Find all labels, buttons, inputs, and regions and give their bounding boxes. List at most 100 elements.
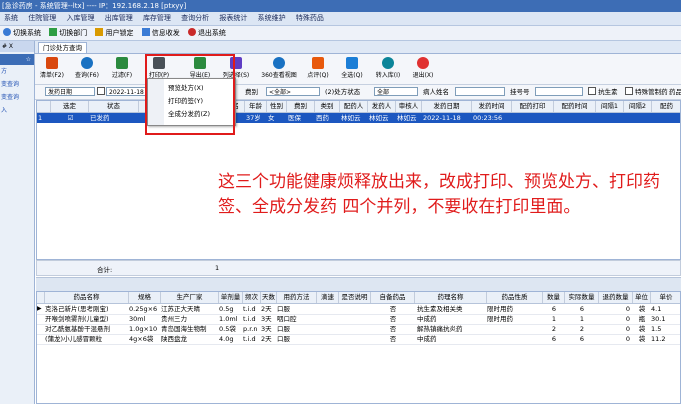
row-drug-name: 克洛己新片(思考刚宝) <box>45 305 109 313</box>
col-interval-2[interactable]: 间隔2 <box>624 101 652 112</box>
quick-bar: 切换系统 切换部门 用户锁定 信息收发 退出系统 <box>0 26 681 41</box>
col-drug-nature[interactable]: 药品性质 <box>487 292 543 303</box>
date-checkbox[interactable] <box>97 87 105 97</box>
row-return-quantity: 0 <box>625 315 630 323</box>
col-category[interactable]: 类别 <box>315 101 340 112</box>
antibiotic-checkbox[interactable]: 抗生素 <box>588 87 618 97</box>
row-days: 3天 <box>261 315 272 323</box>
splitter[interactable] <box>36 277 681 292</box>
col-issuer[interactable]: 发药人 <box>368 101 396 112</box>
search-button[interactable]: 查询(F6) <box>72 56 102 82</box>
row-actual-quantity: 1 <box>579 315 585 323</box>
col-dispense[interactable]: 配药 <box>652 101 680 112</box>
col-issue-date[interactable]: 发药日期 <box>422 101 472 112</box>
col-days[interactable]: 天数 <box>261 292 277 303</box>
col-unit[interactable]: 单位 <box>633 292 651 303</box>
lock-user-button[interactable]: 用户锁定 <box>92 26 136 40</box>
col-frequency[interactable]: 频次 <box>243 292 261 303</box>
col-dispense-time[interactable]: 配药时间 <box>554 101 596 112</box>
patient-input[interactable] <box>455 87 505 96</box>
filter-button[interactable]: 过滤(F) <box>107 56 137 82</box>
left-panel-item[interactable]: 入 <box>0 104 34 117</box>
table-row[interactable]: (蒲龙)小儿感冒颗粒 4g×6袋 陕西盘龙 4.0g t.i.d 2天 口服 否… <box>37 334 680 345</box>
row-drug-nature <box>487 324 543 334</box>
status-select[interactable]: 全部 <box>374 87 418 96</box>
col-drip-speed[interactable]: 滴速 <box>317 292 339 303</box>
col-quantity[interactable]: 数量 <box>543 292 565 303</box>
registration-input[interactable] <box>535 87 583 96</box>
col-reviewer[interactable]: 审核人 <box>396 101 422 112</box>
clear-button[interactable]: 清单(F2) <box>37 56 67 82</box>
col-interval-1[interactable]: 间隔1 <box>596 101 624 112</box>
row-days: 3天 <box>261 325 272 333</box>
row-pharmacology: 中成药 <box>417 315 437 323</box>
menu-item-inbound[interactable]: 入库管理 <box>62 12 98 25</box>
switch-dept-button[interactable]: 切换部门 <box>46 26 90 40</box>
col-price[interactable]: 单价 <box>651 292 680 303</box>
view-360-button[interactable]: 360查看视图 <box>258 56 300 82</box>
menu-item-inpatient[interactable]: 住院管理 <box>24 12 60 25</box>
drug-detail-grid: 药品名称 规格 生产厂家 单剂量 频次 天数 用药方法 滴速 是否说明 自备药品… <box>36 291 681 404</box>
row-drug-nature: 限时用药 <box>487 305 513 313</box>
col-dispenser[interactable]: 配药人 <box>340 101 368 112</box>
col-explain[interactable]: 是否说明 <box>339 292 371 303</box>
row-frequency: t.i.d <box>243 315 256 323</box>
menu-item-system[interactable]: 系统 <box>0 12 22 25</box>
special-drug-checkbox[interactable]: 特殊管制药 <box>625 87 668 97</box>
category-label: 费别 <box>245 88 258 96</box>
select-all-button[interactable]: 全选(Q) <box>337 56 367 82</box>
menu-item-maintenance[interactable]: 系统维护 <box>254 12 290 25</box>
col-status[interactable]: 状态 <box>89 101 139 112</box>
menu-item-inventory[interactable]: 库存管理 <box>139 12 175 25</box>
tab-strip: 门诊处方查询 <box>35 41 681 54</box>
col-gender[interactable]: 性别 <box>267 101 287 112</box>
row-pharmacology: 解热镇痛抗炎药 <box>417 325 463 333</box>
summary-row: 合计: 1 <box>36 260 681 276</box>
row-price: 30.1 <box>651 315 666 323</box>
col-actual-quantity[interactable]: 实际数量 <box>565 292 599 303</box>
exit-system-button[interactable]: 退出系统 <box>185 26 229 40</box>
menu-item-outbound[interactable]: 出库管理 <box>101 12 137 25</box>
date-type-select[interactable]: 发药日期 <box>45 87 95 96</box>
table-row[interactable]: 1 ☑ 已发药 37岁 女 医保 西药 林如云 林如云 林如云 2022-11-… <box>37 113 680 123</box>
message-button[interactable]: 信息收发 <box>139 26 183 40</box>
left-panel-item[interactable]: 变查询 <box>0 78 34 91</box>
row-return-quantity: 0 <box>625 305 630 313</box>
col-dose[interactable]: 单剂量 <box>219 292 243 303</box>
col-self-provided[interactable]: 自备药品 <box>371 292 415 303</box>
row-manufacturer: 青岛国海生物制 <box>161 325 207 333</box>
exit-button[interactable]: 退出(X) <box>408 56 438 82</box>
col-issue-time[interactable]: 发药时间 <box>472 101 512 112</box>
row-age: 37岁 <box>246 114 261 122</box>
col-fee-type[interactable]: 费别 <box>287 101 315 112</box>
transfer-button[interactable]: 转入库(I) <box>373 56 403 82</box>
left-panel-item[interactable]: 变查询 <box>0 91 34 104</box>
row-drug-name: 对乙酰氨基酚干混悬剂 <box>45 325 110 333</box>
date-from-input[interactable]: 2022-11-18 <box>106 87 146 96</box>
col-return-quantity[interactable]: 退药数量 <box>599 292 633 303</box>
left-panel-tab[interactable]: ☆ <box>0 54 34 65</box>
col-select[interactable]: 选定 <box>51 101 89 112</box>
col-usage[interactable]: 用药方法 <box>277 292 317 303</box>
row-select-checkbox[interactable]: ☑ <box>51 113 89 123</box>
switch-system-button[interactable]: 切换系统 <box>0 26 44 40</box>
col-dispense-print[interactable]: 配药打印 <box>512 101 554 112</box>
menu-item-special-drugs[interactable]: 特殊药品 <box>292 12 328 25</box>
col-age[interactable]: 年龄 <box>245 101 267 112</box>
summary-label: 合计: <box>97 266 113 274</box>
left-panel-item[interactable]: 方 <box>0 65 34 78</box>
col-spec[interactable]: 规格 <box>129 292 161 303</box>
review-button[interactable]: 点评(Q) <box>303 56 333 82</box>
col-drug-name[interactable]: 药品名称 <box>45 292 129 303</box>
lock-icon <box>95 28 104 36</box>
tab-outpatient-prescription-query[interactable]: 门诊处方查询 <box>38 42 87 53</box>
select-all-icon <box>346 57 358 69</box>
menu-item-query[interactable]: 查询分析 <box>177 12 213 25</box>
filter-row: 发药日期 2022-11-18 费别 <全部> (2)处方状态 全部 病人姓名 … <box>35 85 681 100</box>
col-pharmacology[interactable]: 药理名称 <box>415 292 487 303</box>
left-panel-header[interactable]: # X <box>0 41 34 52</box>
row-reviewer: 林如云 <box>397 114 417 122</box>
category-select[interactable]: <全部> <box>266 87 320 96</box>
col-manufacturer[interactable]: 生产厂家 <box>161 292 219 303</box>
menu-item-reports[interactable]: 报表统计 <box>215 12 251 25</box>
